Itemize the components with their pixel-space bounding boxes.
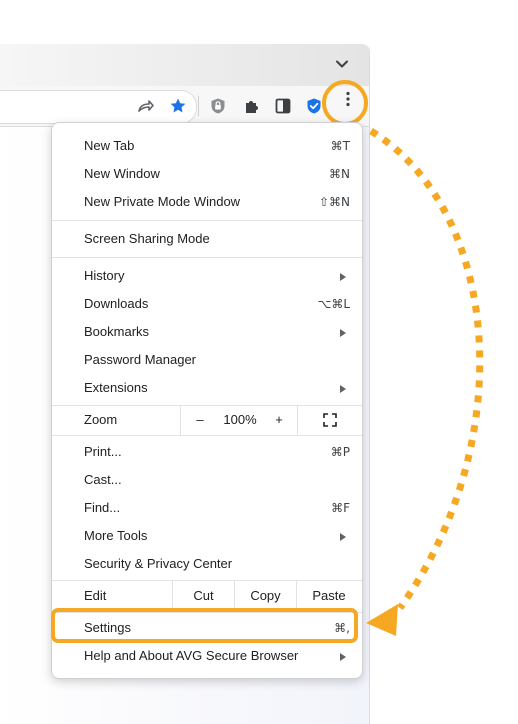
arrow-head-icon [366, 604, 398, 636]
dotted-arrow-path [369, 128, 484, 611]
annotation-overlay [366, 128, 484, 636]
